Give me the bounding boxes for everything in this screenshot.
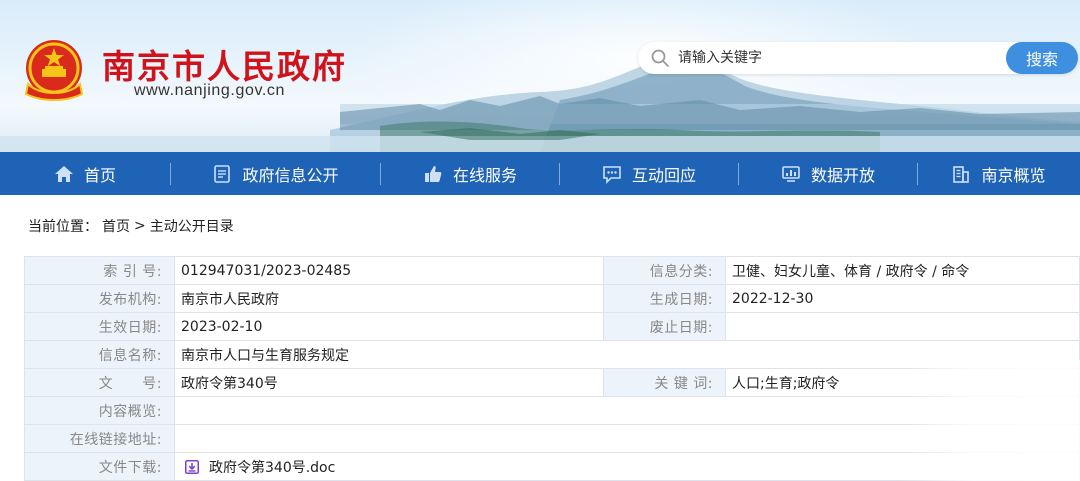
nav-item-label: 互动回应 [631, 165, 696, 185]
breadcrumb-item-home[interactable]: 首页 [102, 216, 130, 236]
breadcrumb-prefix: 当前位置： [28, 219, 98, 235]
home-icon [54, 165, 73, 182]
search-bar: 搜索 [638, 42, 1078, 74]
nav-item-label: 南京概览 [981, 165, 1046, 185]
document-info-table: 索 引 号: 012947031/2023-02485 信息分类: 卫健、妇女儿… [24, 256, 1080, 481]
download-icon[interactable] [185, 459, 199, 474]
header-banner: 南京市人民政府 www.nanjing.gov.cn 搜索 [0, 0, 1080, 152]
site-title: 南京市人民政府 [102, 47, 347, 86]
breadcrumb: 当前位置： 首页 > 主动公开目录 [28, 216, 234, 236]
national-emblem-logo [24, 40, 84, 101]
breadcrumb-separator: > [134, 218, 146, 234]
nav-item-gov-info[interactable]: 政府信息公开 [171, 152, 380, 195]
abolished-date-value [725, 312, 1080, 341]
nav-item-online-service[interactable]: 在线服务 [381, 152, 559, 195]
doc-no-value: 政府令第340号 [174, 368, 604, 397]
breadcrumb-item-catalog[interactable]: 主动公开目录 [150, 216, 234, 236]
building-icon [953, 165, 970, 183]
index-no-label: 索 引 号: [24, 256, 175, 285]
effective-date-label: 生效日期: [24, 312, 175, 341]
table-row: 文 号: 政府令第340号 关 键 词: 人口;生育;政府令 [24, 368, 1080, 397]
table-row: 信息名称: 南京市人口与生育服务规定 [24, 340, 1080, 369]
chat-bubble-icon [603, 165, 621, 184]
keywords-label: 关 键 词: [603, 368, 726, 397]
online-link-label: 在线链接地址: [24, 424, 175, 453]
nav-item-interaction[interactable]: 互动回应 [560, 152, 738, 195]
table-row: 文件下载: 政府令第340号.doc [24, 452, 1080, 481]
nav-item-home[interactable]: 首页 [0, 152, 170, 195]
created-date-value: 2022-12-30 [725, 284, 1080, 313]
nav-item-label: 在线服务 [452, 165, 517, 185]
online-link-value [174, 424, 1080, 453]
site-url: www.nanjing.gov.cn [134, 82, 286, 99]
created-date-label: 生成日期: [603, 284, 726, 313]
effective-date-value: 2023-02-10 [174, 312, 604, 341]
search-input[interactable] [678, 42, 998, 74]
category-label: 信息分类: [603, 256, 726, 285]
table-row: 生效日期: 2023-02-10 废止日期: [24, 312, 1080, 341]
info-name-value: 南京市人口与生育服务规定 [174, 340, 1080, 369]
publisher-value: 南京市人民政府 [174, 284, 604, 313]
chart-monitor-icon [782, 165, 800, 182]
info-name-label: 信息名称: [24, 340, 175, 369]
thumbs-up-icon [424, 165, 442, 182]
nav-item-label: 首页 [83, 165, 116, 185]
table-row: 索 引 号: 012947031/2023-02485 信息分类: 卫健、妇女儿… [24, 256, 1080, 285]
category-value: 卫健、妇女儿童、体育 / 政府令 / 命令 [725, 256, 1080, 285]
table-row: 发布机构: 南京市人民政府 生成日期: 2022-12-30 [24, 284, 1080, 313]
download-label: 文件下载: [24, 452, 175, 481]
search-button[interactable]: 搜索 [1006, 42, 1078, 74]
summary-value [174, 396, 1080, 425]
nav-item-label: 政府信息公开 [242, 165, 339, 185]
summary-label: 内容概览: [24, 396, 175, 425]
nav-item-open-data[interactable]: 数据开放 [739, 152, 917, 195]
keywords-value: 人口;生育;政府令 [725, 368, 1080, 397]
download-item: 政府令第340号.doc [181, 457, 1073, 477]
publisher-label: 发布机构: [24, 284, 175, 313]
table-row: 内容概览: [24, 396, 1080, 425]
table-row: 在线链接地址: [24, 424, 1080, 453]
download-cell: 政府令第340号.doc [174, 452, 1080, 481]
abolished-date-label: 废止日期: [603, 312, 726, 341]
nav-item-nanjing-overview[interactable]: 南京概览 [918, 152, 1079, 195]
nav-item-label: 数据开放 [810, 165, 875, 185]
download-file-link[interactable]: 政府令第340号.doc [209, 457, 335, 477]
search-icon [651, 49, 669, 67]
document-icon [214, 164, 231, 183]
index-no-value: 012947031/2023-02485 [174, 256, 604, 285]
doc-no-label: 文 号: [24, 368, 175, 397]
main-nav: 首页 政府信息公开 在线服务 互动回应 数据开放 南京概览 [0, 152, 1080, 195]
